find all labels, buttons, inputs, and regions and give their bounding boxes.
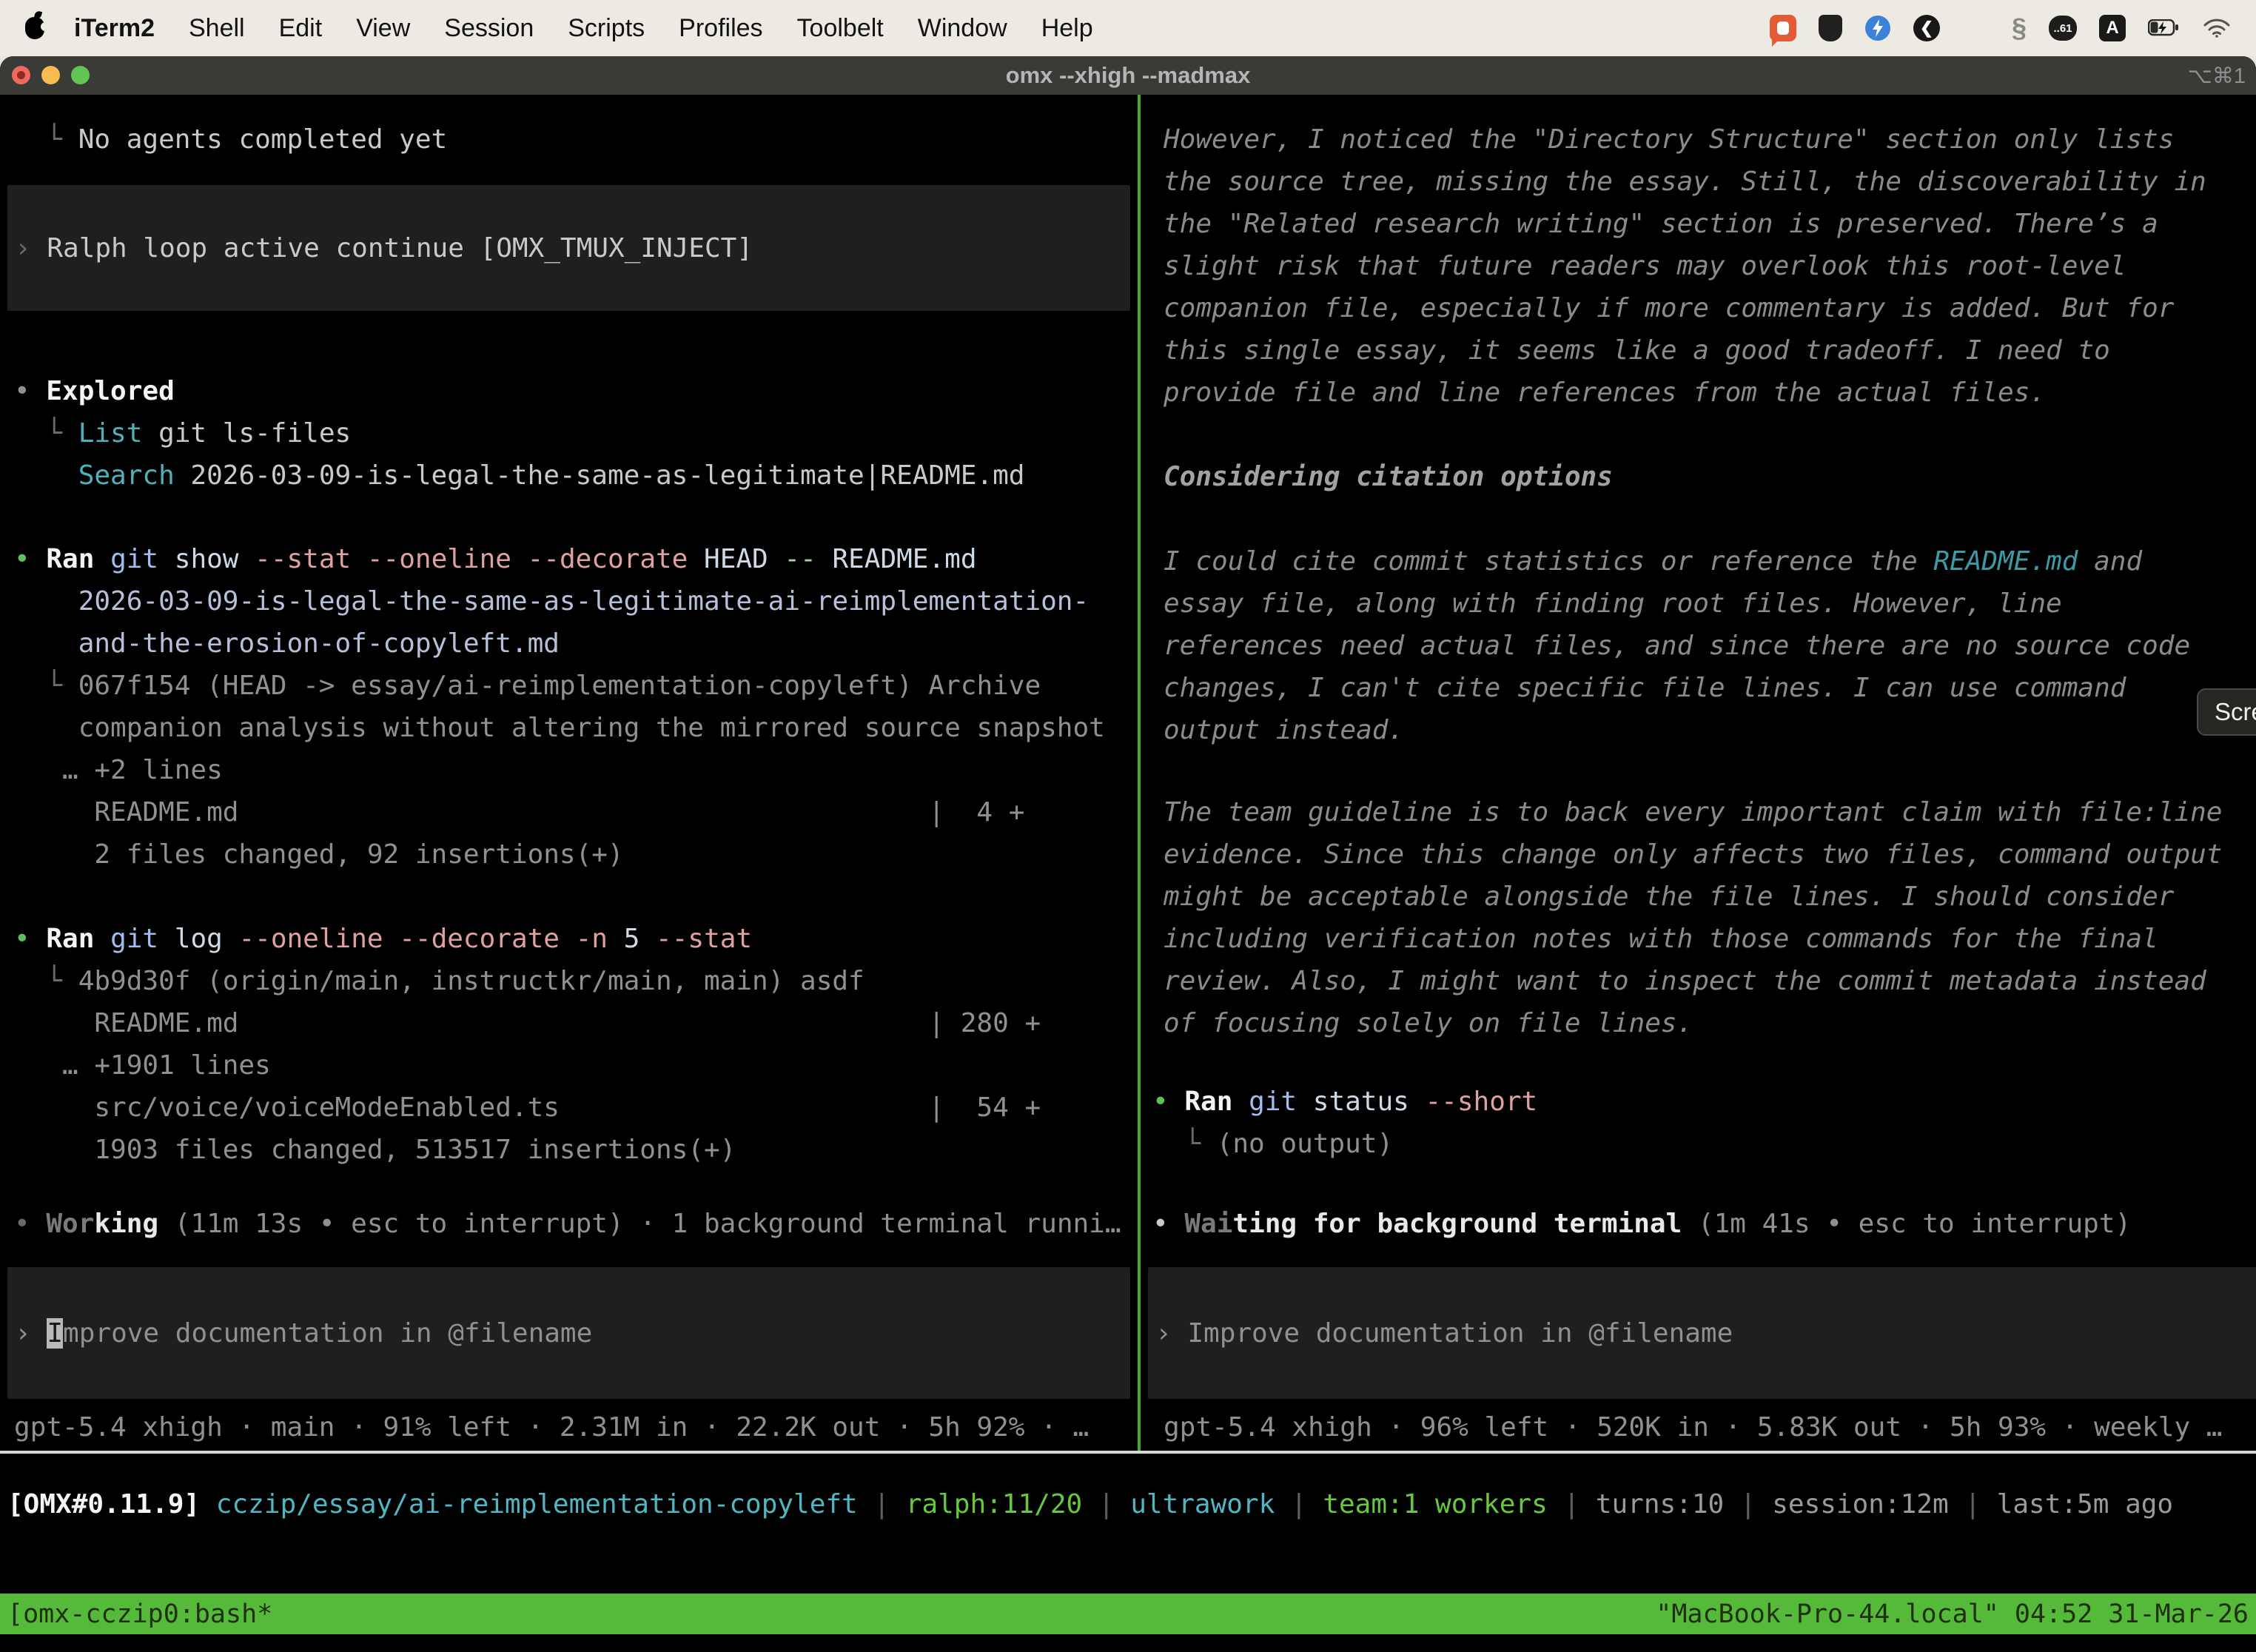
letter-a-icon[interactable]: A [2099,15,2126,41]
terminal-line: Considering citation options [1141,456,2256,498]
terminal-line: … +2 lines [0,749,1138,791]
tmux-host-clock: "MacBook-Pro-44.local" 04:52 31-Mar-26 [1656,1599,2249,1629]
terminal-content: └ No agents completed yet › Ralph loop ac… [0,95,2256,1451]
terminal-line: • Ran git show --stat --oneline --decora… [0,538,1138,580]
terminal-line: However, I noticed the "Directory Struct… [1141,118,2256,161]
menu-item-iterm2[interactable]: iTerm2 [74,14,155,43]
terminal-line: essay file, along with finding root file… [1141,582,2256,625]
right-terminal-pane[interactable]: However, I noticed the "Directory Struct… [1141,95,2256,1451]
terminal-line: 1903 files changed, 513517 insertions(+) [0,1129,1138,1171]
separator-rule [0,1451,2256,1454]
battery-icon[interactable] [2148,19,2181,37]
prompt-input[interactable]: › Ralph loop active continue [OMX_TMUX_I… [7,185,1130,311]
grid-shield-icon[interactable] [1819,15,1842,41]
terminal-line: 2026-03-09-is-legal-the-same-as-legitima… [0,580,1138,622]
terminal-line: I could cite commit statistics or refere… [1141,540,2256,582]
terminal-line: └ (no output) [1141,1123,2256,1165]
terminal-line: • Ran git log --oneline --decorate -n 5 … [0,918,1138,960]
menu-item-toolbelt[interactable]: Toolbelt [797,14,884,43]
terminal-line: including verification notes with those … [1141,918,2256,960]
menu-status-icons: ❮ § ..61 A [1770,13,2231,44]
terminal-line: src/voice/voiceModeEnabled.ts | 54 + [0,1087,1138,1129]
menu-item-view[interactable]: View [356,14,410,43]
terminal-line: 2 files changed, 92 insertions(+) [0,833,1138,876]
terminal-line: • Explored [0,370,1138,412]
omx-status-bar: [OMX#0.11.9] cczip/essay/ai-reimplementa… [7,1483,2173,1525]
menu-item-edit[interactable]: Edit [279,14,323,43]
terminal-line: changes, I can't cite specific file line… [1141,667,2256,709]
terminal-line: and-the-erosion-of-copyleft.md [0,622,1138,665]
terminal-line: • Working (11m 13s • esc to interrupt) ·… [0,1203,1138,1245]
tmux-session-label: [omx-cczip0:bash* [7,1599,272,1629]
menu-item-window[interactable]: Window [918,14,1007,43]
screen-recording-inner [1777,21,1789,35]
terminal-line: references need actual files, and since … [1141,625,2256,667]
terminal-line: • Ran git status --short [1141,1081,2256,1123]
terminal-line: slight risk that future readers may over… [1141,245,2256,287]
terminal-line: output instead. [1141,709,2256,751]
prompt-input[interactable]: › Improve documentation in @filename [7,1267,1130,1399]
spark-badge-icon[interactable] [1864,15,1891,41]
chevron-circle-icon[interactable]: ❮ [1913,15,1940,41]
terminal-line: might be acceptable alongside the file l… [1141,876,2256,918]
menu-item-profiles[interactable]: Profiles [679,14,762,43]
screen-overlay-pill: Scre [2197,688,2256,736]
terminal-line: gpt-5.4 xhigh · 96% left · 520K in · 5.8… [1141,1406,2256,1448]
terminal-line: └ List git ls-files [0,412,1138,454]
menu-item-shell[interactable]: Shell [189,14,245,43]
terminal-line: The team guideline is to back every impo… [1141,791,2256,833]
menu-item-session[interactable]: Session [444,14,534,43]
menu-item-scripts[interactable]: Scripts [568,14,645,43]
terminal-line: └ No agents completed yet [0,118,1138,161]
terminal-line: … +1901 lines [0,1044,1138,1087]
iterm-window: omx --xhigh --madmax ⌥⌘1 └ No agents com… [0,56,2256,1652]
terminal-line: companion analysis without altering the … [0,707,1138,749]
terminal-line: provide file and line references from th… [1141,372,2256,414]
dots-grid-icon[interactable] [1962,15,1990,42]
terminal-line: evidence. Since this change only affects… [1141,833,2256,876]
terminal-line: README.md | 280 + [0,1002,1138,1044]
terminal-line: gpt-5.4 xhigh · main · 91% left · 2.31M … [0,1406,1138,1448]
terminal-line: └ 067f154 (HEAD -> essay/ai-reimplementa… [0,665,1138,707]
badge-61-icon[interactable]: ..61 [2049,16,2077,41]
window-title: omx --xhigh --madmax [0,56,2256,95]
menu-bar: iTerm2 Shell Edit View Session Scripts Profile… [0,0,2256,56]
terminal-line: of focusing solely on file lines. [1141,1002,2256,1044]
terminal-line: the source tree, missing the essay. Stil… [1141,161,2256,203]
menu-items: iTerm2 Shell Edit View Session Scripts Profile… [74,14,1093,43]
screen-recording-icon[interactable] [1770,15,1796,41]
window-shortcut-badge: ⌥⌘1 [2187,56,2246,95]
screen-overlay-label: Scre [2215,698,2256,726]
terminal-line: • Waiting for background terminal (1m 41… [1141,1203,2256,1245]
left-terminal-pane[interactable]: └ No agents completed yet › Ralph loop ac… [0,95,1138,1451]
menu-item-help[interactable]: Help [1041,14,1093,43]
hook-icon[interactable]: § [2012,13,2027,44]
apple-logo-icon[interactable] [25,17,44,39]
terminal-line: the "Related research writing" section i… [1141,203,2256,245]
terminal-line: this single essay, it seems like a good … [1141,329,2256,372]
terminal-line: └ 4b9d30f (origin/main, instructkr/main,… [0,960,1138,1002]
tmux-status-bar: [omx-cczip0:bash* "MacBook-Pro-44.local"… [0,1594,2256,1634]
prompt-input[interactable]: › Improve documentation in @filename [1148,1267,2256,1399]
title-bar[interactable]: omx --xhigh --madmax ⌥⌘1 [0,56,2256,96]
terminal-line: companion file, especially if more comme… [1141,287,2256,329]
terminal-line: Search 2026-03-09-is-legal-the-same-as-l… [0,454,1138,497]
terminal-line: README.md | 4 + [0,791,1138,833]
terminal-line: review. Also, I might want to inspect th… [1141,960,2256,1002]
wifi-icon[interactable] [2203,18,2231,38]
